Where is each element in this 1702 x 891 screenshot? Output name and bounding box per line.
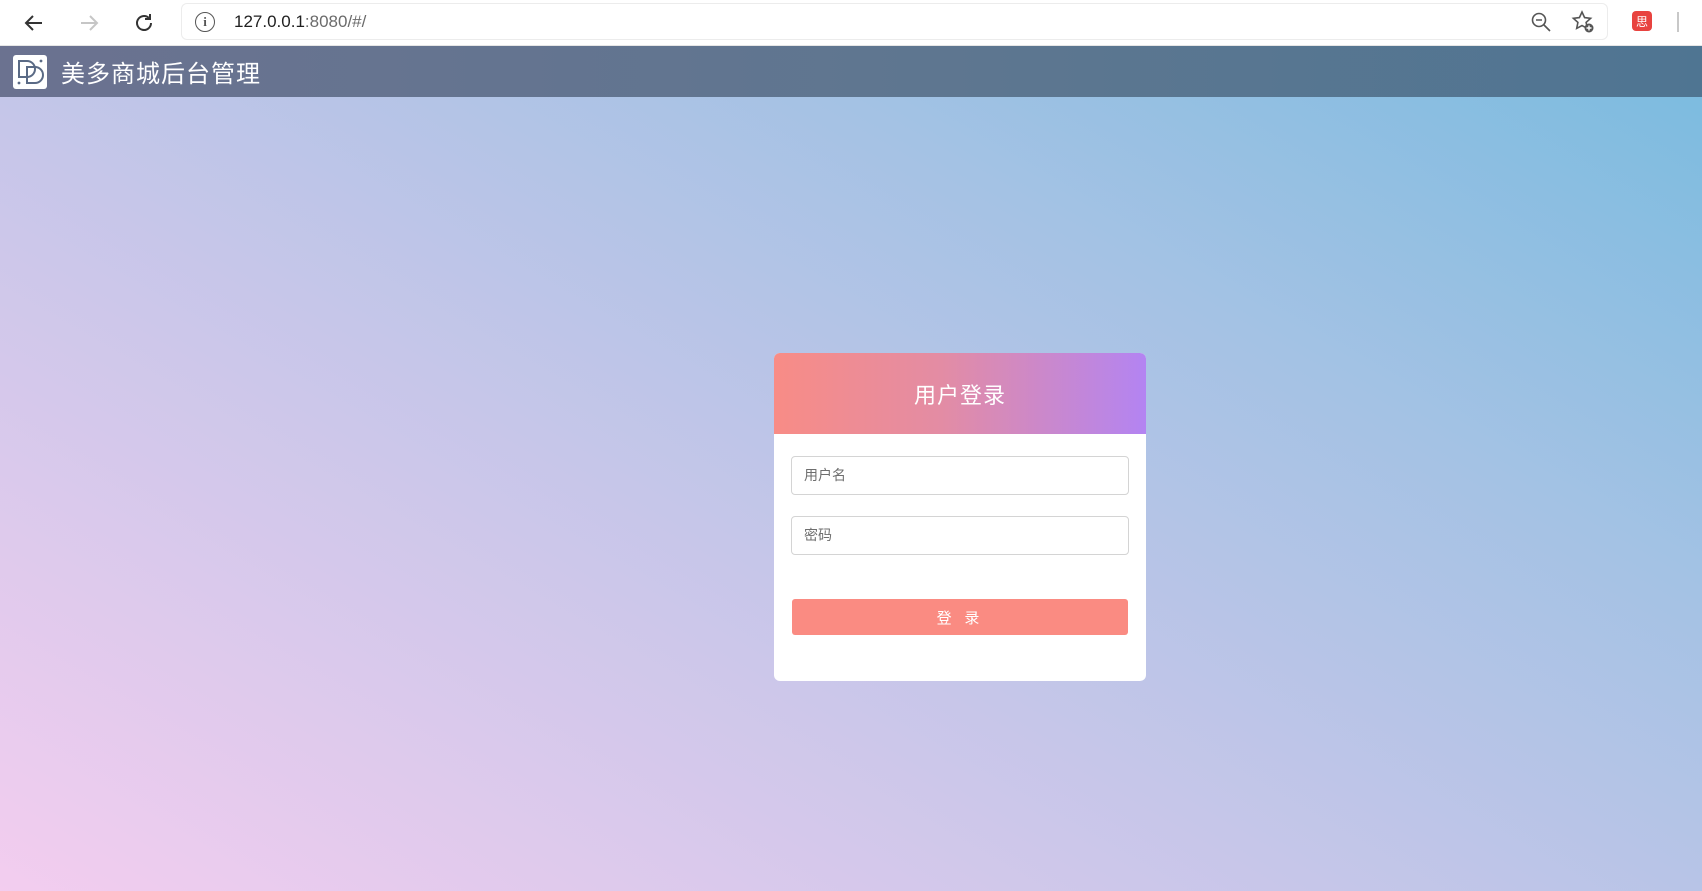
forward-arrow-icon[interactable]: [72, 6, 106, 40]
login-card-header: 用户登录: [774, 353, 1146, 434]
login-button[interactable]: 登 录: [792, 599, 1128, 635]
url-text[interactable]: 127.0.0.1:8080/#/: [234, 12, 366, 32]
login-title: 用户登录: [913, 383, 1006, 409]
back-arrow-icon[interactable]: [17, 6, 51, 40]
password-input[interactable]: [791, 516, 1129, 555]
toolbar-divider: [1677, 12, 1679, 32]
app-header: 美多商城后台管理: [0, 46, 1702, 97]
url-host: 127.0.0.1: [234, 11, 305, 31]
reload-icon[interactable]: [127, 6, 161, 40]
address-bar[interactable]: i 127.0.0.1:8080/#/: [181, 3, 1608, 40]
login-card: 用户登录 登 录: [774, 353, 1146, 681]
logo-icon: [13, 54, 47, 89]
extension-icon[interactable]: 思: [1632, 11, 1652, 31]
username-input[interactable]: [791, 456, 1129, 495]
info-icon[interactable]: i: [195, 11, 215, 32]
page-background: 美多商城后台管理 用户登录 登 录: [0, 46, 1702, 891]
browser-toolbar: i 127.0.0.1:8080/#/ 思: [0, 0, 1702, 46]
zoom-out-icon[interactable]: [1530, 11, 1552, 33]
app-title: 美多商城后台管理: [61, 60, 261, 88]
bookmark-star-add-icon[interactable]: [1570, 9, 1596, 35]
url-path: :8080/#/: [304, 11, 367, 31]
